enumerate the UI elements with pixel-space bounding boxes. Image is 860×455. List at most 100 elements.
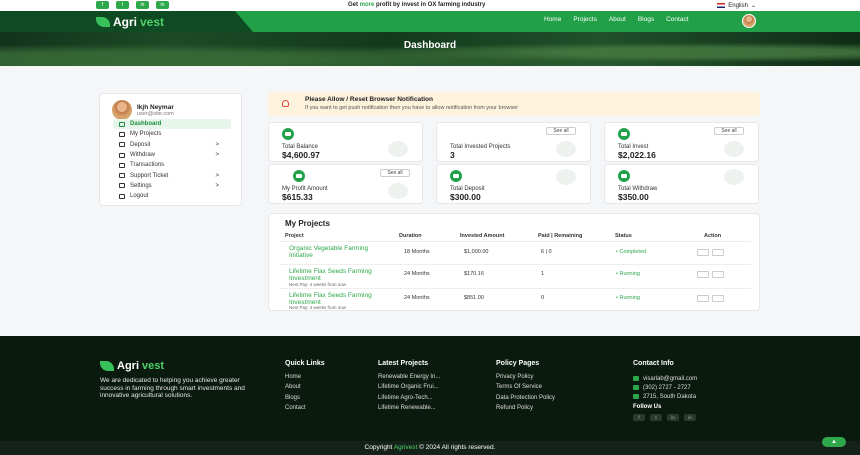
sidebar-item-label: Logout — [130, 193, 149, 200]
leaf-logo-icon — [100, 361, 114, 371]
user-name: Ikjh Neymar — [137, 103, 174, 111]
withdraw-icon — [618, 170, 630, 182]
project-name-link[interactable]: Organic Vegetable Farming Initiative — [289, 245, 379, 259]
withdraw-icon — [119, 152, 125, 158]
footer-heading: Contact Info — [633, 360, 674, 367]
footer: Agri vest We are dedicated to helping you… — [0, 336, 860, 441]
sidebar-item-label: Settings — [130, 182, 152, 189]
promo-text: Get more profit by invest in OX farming … — [348, 2, 485, 8]
footer-link[interactable]: Contact — [285, 405, 325, 415]
footer-logo[interactable]: Agri vest — [100, 360, 164, 372]
location-icon — [633, 394, 639, 399]
nav-about[interactable]: About — [609, 16, 626, 23]
site-logo[interactable]: Agri vest — [96, 15, 164, 29]
details-icon[interactable] — [712, 271, 724, 278]
language-selector[interactable]: English ⌄ — [717, 2, 756, 9]
paid-cell: 1 — [541, 271, 545, 277]
project-name-link[interactable]: Lifetime Flax Seeds Farming Investment — [289, 268, 379, 282]
footer-link[interactable]: Data Protection Policy — [496, 395, 555, 405]
view-icon[interactable] — [697, 295, 709, 302]
twitter-icon[interactable]: t — [650, 414, 662, 421]
card-total-invested-projects: See all Total Invested Projects 3 — [436, 122, 591, 162]
my-projects-table: My Projects Project Duration Invested Am… — [268, 213, 760, 311]
footer-link[interactable]: Lifetime Organic Frui... — [378, 384, 440, 394]
footer-link[interactable]: Blogs — [285, 395, 325, 405]
project-name-link[interactable]: Lifetime Flax Seeds Farming Investment — [289, 292, 379, 306]
card-label: Total Invested Projects — [450, 144, 511, 150]
contact-address: 2715, South Dakota — [633, 392, 697, 401]
see-all-button[interactable]: See all — [380, 169, 410, 177]
footer-link[interactable]: Privacy Policy — [496, 374, 555, 384]
footer-link[interactable]: Terms Of Service — [496, 384, 555, 394]
social-links: f t in in — [96, 1, 169, 9]
alert-text: If you want to get push notification the… — [305, 105, 519, 111]
details-icon[interactable] — [712, 295, 724, 302]
copyright-brand[interactable]: Agrivest — [394, 444, 417, 451]
footer-link[interactable]: Home — [285, 374, 325, 384]
contact-address-text: 2715, South Dakota — [643, 393, 697, 400]
bell-icon — [282, 100, 289, 107]
nav-blogs[interactable]: Blogs — [638, 16, 654, 23]
details-icon[interactable] — [712, 249, 724, 256]
instagram-icon[interactable]: in — [667, 414, 679, 421]
see-all-button[interactable]: See all — [546, 127, 576, 135]
logo-text-a: Agri — [117, 360, 139, 372]
twitter-icon[interactable]: t — [116, 1, 129, 9]
nav-home[interactable]: Home — [544, 16, 561, 23]
notification-alert: Please Allow / Reset Browser Notificatio… — [268, 92, 760, 116]
user-avatar[interactable] — [742, 14, 756, 28]
copyright-suffix: © 2024 All rights reserved. — [417, 444, 496, 451]
footer-contact-info: Contact Info visarlab@gmail.com (302) 27… — [633, 360, 697, 421]
duration-cell: 18 Months — [404, 249, 430, 255]
sidebar-item-transactions[interactable]: Transactions — [113, 160, 231, 170]
footer-link[interactable]: Lifetime Agro-Tech... — [378, 395, 440, 405]
instagram-icon[interactable]: in — [136, 1, 149, 9]
card-total-invest: See all Total Invest $2,022.16 — [604, 122, 759, 162]
footer-link[interactable]: Renewable Energy In... — [378, 374, 440, 384]
status-badge: • Running — [616, 271, 640, 277]
see-all-button[interactable]: See all — [714, 127, 744, 135]
amount-cell: $1,000.00 — [464, 249, 489, 255]
linkedin-icon[interactable]: in — [156, 1, 169, 9]
sidebar-item-dashboard[interactable]: Dashboard — [113, 119, 231, 130]
footer-link[interactable]: Refund Policy — [496, 405, 555, 415]
view-icon[interactable] — [697, 271, 709, 278]
facebook-icon[interactable]: f — [633, 414, 645, 421]
sidebar-item-support-ticket[interactable]: Support Ticket > — [113, 170, 231, 180]
sidebar-item-logout[interactable]: Logout — [113, 191, 231, 201]
sidebar-item-withdraw[interactable]: Withdraw > — [113, 150, 231, 160]
sidebar-item-label: Withdraw — [130, 152, 156, 159]
status-badge: • Running — [616, 295, 640, 301]
sidebar-item-label: Deposit — [130, 141, 151, 148]
footer-link[interactable]: Lifetime Renewable... — [378, 405, 440, 415]
scroll-to-top-button[interactable]: ▲ — [822, 437, 846, 447]
next-pay: Next Pay: 4 weeks from now — [289, 282, 347, 287]
footer-heading: Quick Links — [285, 360, 325, 367]
status-text: Running — [619, 271, 640, 277]
page-hero: Dashboard — [0, 32, 860, 66]
nav-contact[interactable]: Contact — [666, 16, 688, 23]
sidebar-item-label: Support Ticket — [130, 172, 169, 179]
column-header: Action — [704, 233, 722, 239]
leaf-logo-icon — [96, 17, 110, 27]
contact-email-text: visarlab@gmail.com — [643, 375, 698, 382]
nav-projects[interactable]: Projects — [573, 16, 596, 23]
watermark-icon — [388, 141, 408, 157]
column-header: Paid | Remaining — [538, 233, 583, 239]
watermark-icon — [388, 183, 408, 199]
sidebar-item-settings[interactable]: Settings > — [113, 181, 231, 191]
watermark-icon — [556, 169, 576, 185]
view-icon[interactable] — [697, 249, 709, 256]
column-header: Project — [285, 233, 304, 239]
sidebar-item-deposit[interactable]: Deposit > — [113, 140, 231, 150]
sidebar-item-my-projects[interactable]: My Projects — [113, 129, 231, 139]
wallet-icon — [282, 128, 294, 140]
contact-phone[interactable]: (302) 2727 - 2727 — [633, 383, 697, 392]
contact-email[interactable]: visarlab@gmail.com — [633, 374, 697, 383]
facebook-icon[interactable]: f — [96, 1, 109, 9]
linkedin-icon[interactable]: in — [684, 414, 696, 421]
footer-link[interactable]: About — [285, 384, 325, 394]
page-title: Dashboard — [403, 40, 457, 51]
avatar — [112, 100, 132, 120]
watermark-icon — [556, 141, 576, 157]
